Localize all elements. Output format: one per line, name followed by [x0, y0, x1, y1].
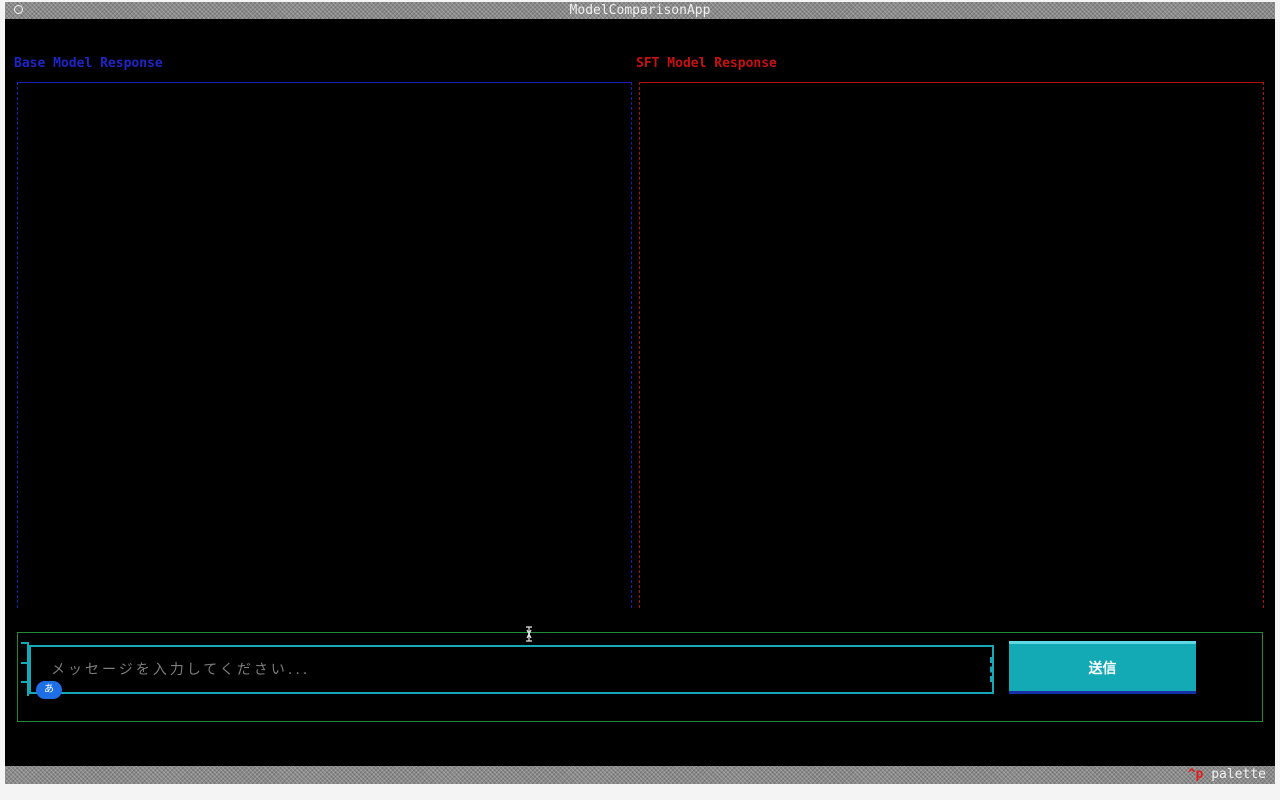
palette-shortcut-key: ^p: [1187, 767, 1204, 782]
send-button[interactable]: 送信: [1009, 641, 1196, 694]
sft-panel-label: SFT Model Response: [636, 56, 777, 71]
sft-response-panel[interactable]: [639, 82, 1264, 608]
message-input[interactable]: [29, 645, 994, 694]
base-panel-label: Base Model Response: [14, 56, 163, 71]
input-tick: [21, 642, 29, 644]
input-tick: [21, 662, 29, 664]
text-cursor-icon: [526, 626, 532, 642]
footer-bar: ^p palette: [5, 766, 1275, 784]
ime-hiragana-icon[interactable]: あ: [36, 681, 62, 699]
title-bar: ModelComparisonApp: [5, 2, 1275, 19]
palette-shortcut-label: palette: [1211, 767, 1266, 782]
app-window: ModelComparisonApp Base Model Response S…: [5, 2, 1275, 784]
input-tick: [21, 681, 29, 683]
input-right-edge: [990, 657, 994, 682]
window-title: ModelComparisonApp: [569, 3, 711, 18]
palette-shortcut[interactable]: ^p palette: [1188, 766, 1266, 784]
base-response-panel[interactable]: [17, 82, 632, 608]
